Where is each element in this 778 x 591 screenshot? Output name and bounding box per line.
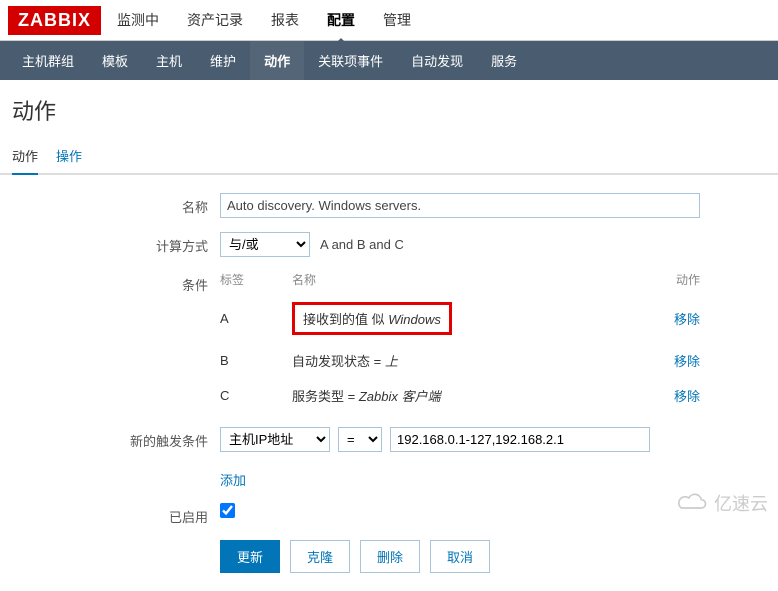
cond-head-name: 名称 <box>292 271 652 288</box>
tabs: 动作 操作 <box>0 140 778 175</box>
form: 名称 计算方式 与/或 A and B and C 条件 标签 名称 动作 A <box>0 175 778 591</box>
newcond-add-link[interactable]: 添加 <box>220 470 246 489</box>
cloud-icon <box>676 493 710 513</box>
cond-row-a: A 接收到的值 似 Windows 移除 <box>220 294 700 343</box>
page-title: 动作 <box>0 80 778 140</box>
subnav-services[interactable]: 服务 <box>477 41 531 80</box>
subnav-maintenance[interactable]: 维护 <box>196 41 250 80</box>
cancel-button[interactable]: 取消 <box>430 540 490 573</box>
cond-tag: B <box>220 353 292 368</box>
topnav-configuration[interactable]: 配置 <box>315 4 367 36</box>
tab-action[interactable]: 动作 <box>12 140 38 175</box>
newcond-type-select[interactable]: 主机IP地址 <box>220 427 330 452</box>
calc-hint: A and B and C <box>320 237 404 252</box>
topnav-administration[interactable]: 管理 <box>371 4 423 36</box>
cond-tag: A <box>220 311 292 326</box>
enabled-checkbox[interactable] <box>220 503 235 518</box>
topnav-reports[interactable]: 报表 <box>259 4 311 36</box>
cond-name: 服务类型 = Zabbix 客户端 <box>292 386 652 405</box>
button-row: 更新 克隆 删除 取消 <box>220 540 766 573</box>
watermark: 亿速云 <box>676 490 768 516</box>
calc-label: 计算方式 <box>12 232 220 255</box>
newcond-op-select[interactable]: = <box>338 427 382 452</box>
newcond-label: 新的触发条件 <box>12 427 220 450</box>
row-enabled: 已启用 <box>12 503 766 526</box>
subnav-hosts[interactable]: 主机 <box>142 41 196 80</box>
calc-select[interactable]: 与/或 <box>220 232 310 257</box>
cond-head-action: 动作 <box>652 271 700 288</box>
row-conditions: 条件 标签 名称 动作 A 接收到的值 似 Windows 移除 B 自动发现状… <box>12 271 766 413</box>
cond-head-tag: 标签 <box>220 271 292 288</box>
cond-name-highlighted: 接收到的值 似 Windows <box>292 302 452 335</box>
logo: ZABBIX <box>8 6 101 35</box>
topnav-monitoring[interactable]: 监测中 <box>105 4 171 36</box>
subnav-hostgroups[interactable]: 主机群组 <box>8 41 88 80</box>
tab-operations[interactable]: 操作 <box>56 140 82 173</box>
cond-label: 条件 <box>12 271 220 294</box>
cond-row-b: B 自动发现状态 = 上 移除 <box>220 343 700 378</box>
conditions-table: 标签 名称 动作 A 接收到的值 似 Windows 移除 B 自动发现状态 =… <box>220 271 700 413</box>
row-calc: 计算方式 与/或 A and B and C <box>12 232 766 257</box>
topnav-inventory[interactable]: 资产记录 <box>175 4 255 36</box>
cond-remove-link[interactable]: 移除 <box>674 389 700 404</box>
sub-nav: 主机群组 模板 主机 维护 动作 关联项事件 自动发现 服务 <box>0 41 778 80</box>
delete-button[interactable]: 删除 <box>360 540 420 573</box>
name-label: 名称 <box>12 193 220 216</box>
subnav-templates[interactable]: 模板 <box>88 41 142 80</box>
name-input[interactable] <box>220 193 700 218</box>
clone-button[interactable]: 克隆 <box>290 540 350 573</box>
cond-remove-link[interactable]: 移除 <box>674 354 700 369</box>
subnav-event-correlation[interactable]: 关联项事件 <box>304 41 397 80</box>
cond-row-c: C 服务类型 = Zabbix 客户端 移除 <box>220 378 700 413</box>
subnav-actions[interactable]: 动作 <box>250 41 304 80</box>
cond-remove-link[interactable]: 移除 <box>674 312 700 327</box>
cond-tag: C <box>220 388 292 403</box>
top-bar: ZABBIX 监测中 资产记录 报表 配置 管理 <box>0 0 778 41</box>
update-button[interactable]: 更新 <box>220 540 280 573</box>
row-name: 名称 <box>12 193 766 218</box>
enabled-label: 已启用 <box>12 503 220 526</box>
subnav-discovery[interactable]: 自动发现 <box>397 41 477 80</box>
cond-name: 自动发现状态 = 上 <box>292 351 652 370</box>
newcond-value-input[interactable] <box>390 427 650 452</box>
row-newcond: 新的触发条件 主机IP地址 = 添加 <box>12 427 766 489</box>
